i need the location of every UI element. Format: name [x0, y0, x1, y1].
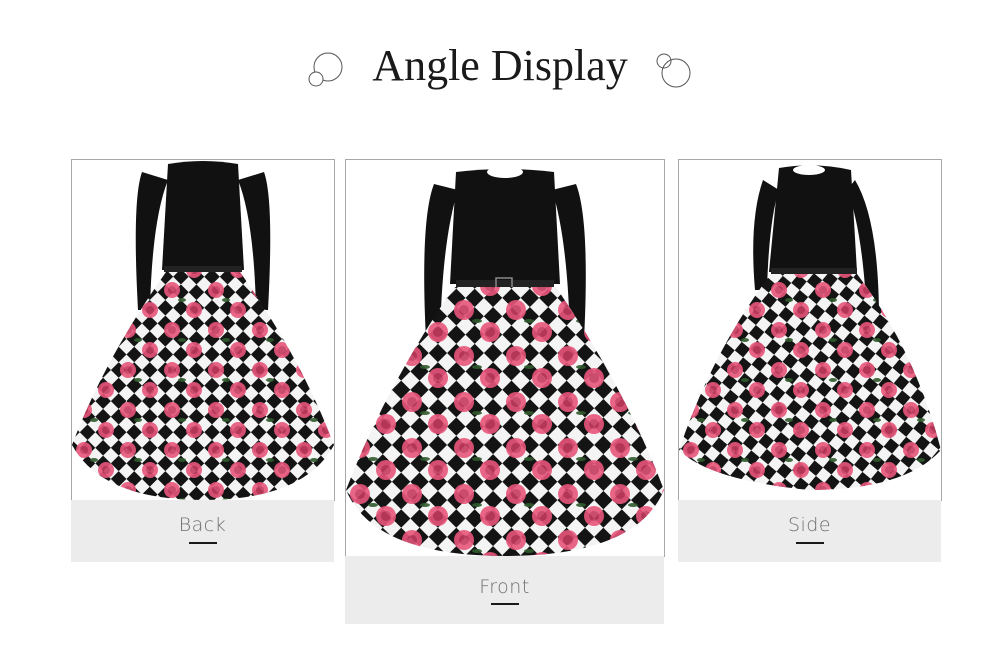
side-label-box[interactable]: Side: [678, 500, 941, 562]
back-view-image[interactable]: [71, 159, 335, 501]
front-label-box[interactable]: Front: [345, 556, 664, 624]
label-underline: [188, 542, 217, 544]
dress-front-picture: [346, 166, 664, 556]
heading: Angle Display: [0, 36, 1000, 96]
side-label: Side: [787, 514, 832, 536]
back-label-box[interactable]: Back: [71, 500, 334, 562]
front-view-image[interactable]: [345, 159, 665, 557]
front-label: Front: [479, 576, 530, 598]
label-underline: [490, 603, 519, 605]
dress-side-picture: [679, 165, 941, 490]
side-view-image[interactable]: [678, 159, 942, 501]
back-label: Back: [178, 514, 227, 536]
dress-back-picture: [72, 161, 334, 500]
bubble-decoration-icon: [656, 53, 691, 88]
page-title: Angle Display: [372, 41, 628, 90]
label-underline: [795, 542, 824, 544]
